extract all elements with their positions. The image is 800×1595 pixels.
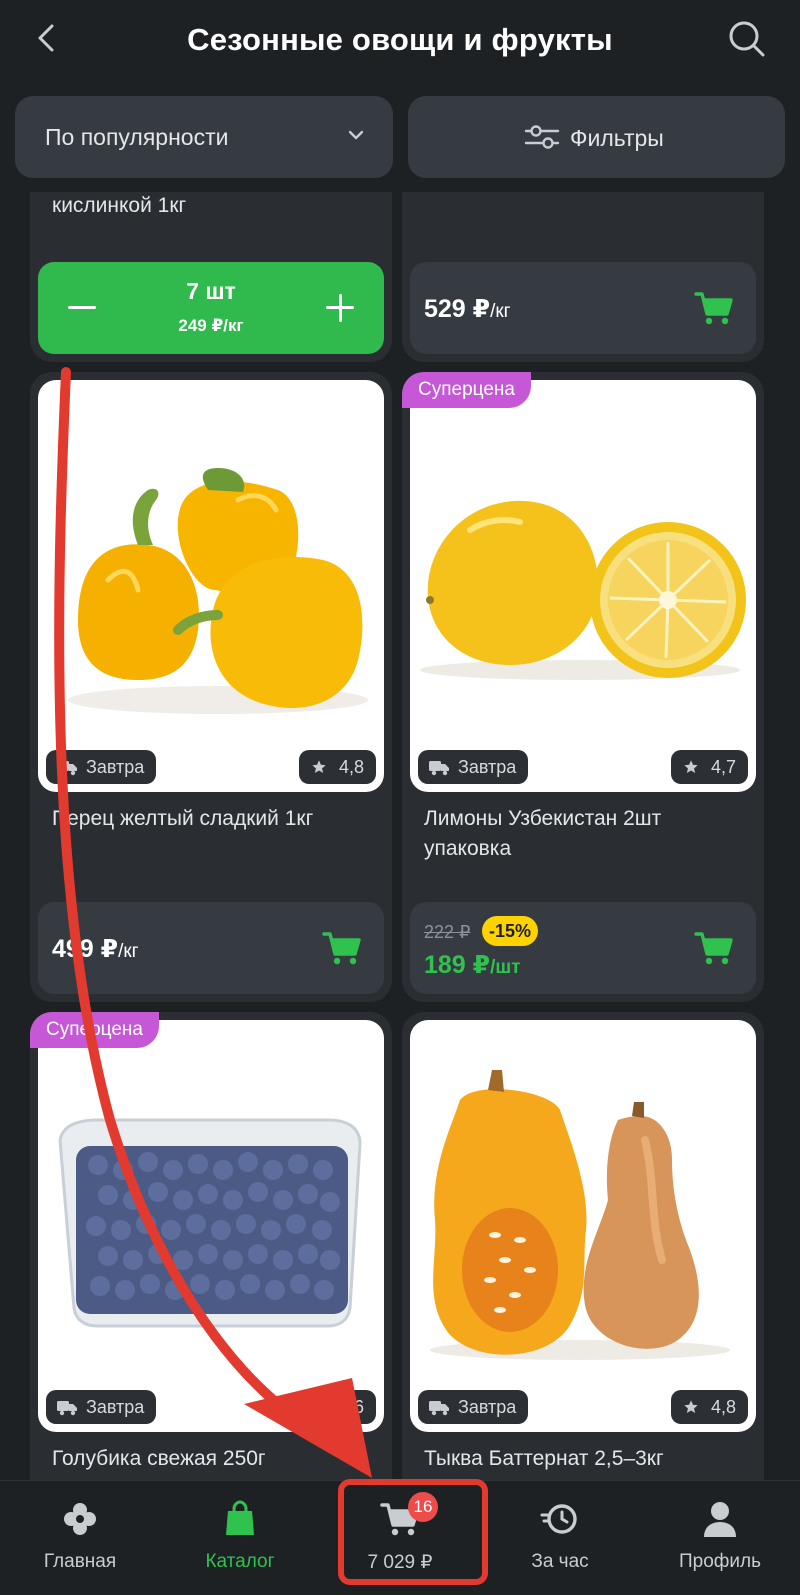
product-card[interactable]: Завтра 4,8 Перец желтый сладкий 1кг 499 … [30,372,392,1002]
delivery-badge: Завтра [46,750,157,784]
product-name: Тыква Баттернат 2,5–3кг [424,1447,664,1470]
search-icon[interactable] [724,16,768,60]
tab-label: Главная [43,1551,117,1572]
price: 529 ₽/кг [424,295,511,323]
price-box: 499 ₽/кг [38,902,384,994]
promo-badge: Суперцена [402,372,531,408]
lemons-image [420,500,746,680]
product-name: кислинкой 1кг [52,194,187,217]
tab-label: Каталог [205,1551,275,1572]
add-to-cart-icon[interactable] [694,928,734,968]
quantity-stepper: 7 шт 249 ₽/кг [38,262,384,354]
tab-catalog[interactable]: Каталог [160,1481,320,1595]
delivery-badge: Завтра [46,1390,157,1424]
star-icon [684,1400,698,1413]
sort-label: По популярности [45,124,229,150]
tab-home[interactable]: Главная [0,1481,160,1595]
price-box: 529 ₽/кг [410,262,756,354]
product-card[interactable]: Суперцена Завтра 4,7 Лимоны Узбекистан 2… [402,372,764,1002]
sliders-icon [524,125,560,149]
rating-badge: 4,6 [298,1390,376,1424]
filter-bar: По популярности Фильтры [0,82,800,192]
butternut-image [430,1070,730,1360]
price-box: 222 ₽ -15% 189 ₽/шт [410,902,756,994]
product-name: Лимоны Узбекистан 2шт упаковка [424,807,662,860]
product-image-blueberries: Завтра 4,6 [38,1020,384,1432]
blueberries-image [58,1118,362,1328]
truck-icon [57,761,77,776]
delivery-badge: Завтра [418,750,529,784]
product-image-lemons: Завтра 4,7 [410,380,756,792]
truck-icon [429,761,449,776]
quantity-value: 7 шт [186,278,236,304]
star-icon [312,760,326,773]
clock-icon [540,1504,577,1534]
delivery-badge: Завтра [418,1390,529,1424]
tab-profile[interactable]: Профиль [640,1481,800,1595]
price: 499 ₽/кг [52,935,139,963]
chevron-down-icon [348,130,364,140]
rating-badge: 4,7 [670,750,748,784]
app-header: Сезонные овощи и фрукты [0,0,800,82]
product-name: Голубика свежая 250г [52,1447,266,1470]
product-card[interactable]: Завтра 4,8 Тыква Баттернат 2,5–3кг [402,1012,764,1512]
page-title: Сезонные овощи и фрукты [187,22,613,57]
filters-button[interactable]: Фильтры [408,96,785,178]
discount-badge: -15% [482,916,539,946]
rating-badge: 4,8 [670,1390,748,1424]
shopping-bag-icon [226,1500,254,1535]
add-to-cart-icon[interactable] [322,928,362,968]
truck-icon [429,1401,449,1416]
product-image-butternut: Завтра 4,8 [410,1020,756,1432]
tab-express[interactable]: За час [480,1481,640,1595]
filters-label: Фильтры [570,125,664,151]
profile-icon [704,1502,736,1537]
tab-label: За час [531,1551,589,1572]
minus-button[interactable] [68,306,96,309]
sort-dropdown[interactable]: По популярности [15,96,393,178]
clover-icon [64,1503,96,1535]
star-icon [312,1400,326,1413]
truck-icon [57,1401,77,1416]
unit-price: 249 ₽/кг [178,316,244,335]
product-image-pepper: Завтра 4,8 [38,380,384,792]
annotation-highlight-box [338,1479,488,1585]
product-name: Перец желтый сладкий 1кг [52,807,314,830]
pepper-image [68,468,368,714]
rating-badge: 4,8 [298,750,376,784]
add-to-cart-icon[interactable] [694,288,734,328]
promo-badge: Суперцена [30,1012,159,1048]
sale-price: 189 ₽/шт [424,951,521,979]
old-price: 222 ₽ [424,922,471,942]
tab-label: Профиль [678,1551,762,1572]
product-card[interactable]: Суперцена Завтра 4,6 Голубика свежая 250… [30,1012,392,1512]
star-icon [684,760,698,773]
